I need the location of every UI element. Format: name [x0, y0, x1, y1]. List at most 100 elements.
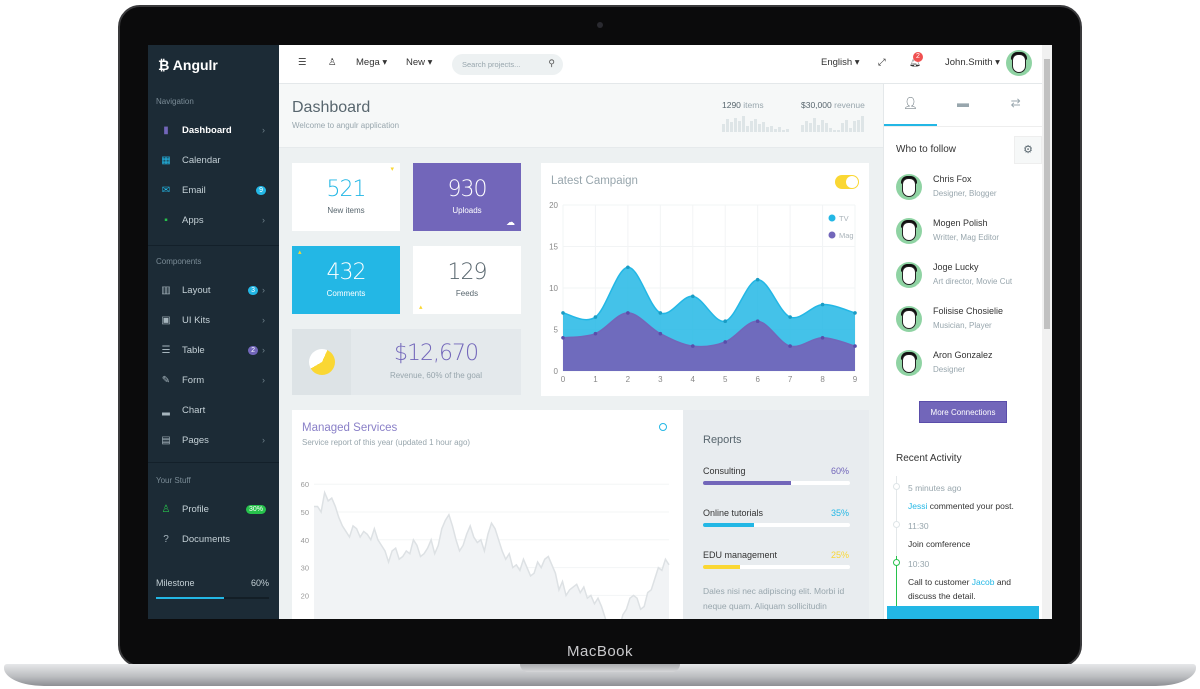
laptop-notch [520, 664, 680, 672]
x-tick-label: 8 [820, 375, 825, 384]
briefcase-icon: ▣ [161, 314, 171, 326]
mega-menu[interactable]: Mega ▾ [356, 57, 387, 68]
sparkline-revenue [801, 116, 869, 132]
sidebar-item-ui-kits[interactable]: ▣ UI Kits › [148, 309, 279, 331]
legend-label: TV [839, 214, 849, 223]
scrollbar-thumb[interactable] [1044, 59, 1050, 329]
reports-text: Dales nisi nec adipiscing elit. Morbi id… [703, 586, 845, 611]
person-role: Designer, Blogger [933, 189, 997, 198]
data-point [658, 331, 663, 336]
menu-toggle-icon[interactable]: ☰ [298, 57, 307, 68]
follow-person[interactable]: Aron Gonzalez Designer [896, 348, 1041, 384]
columns-icon: ▥ [161, 284, 171, 296]
transfer-icon: ⇄ [1010, 96, 1021, 110]
comment-icon: ▬ [957, 96, 969, 110]
sidebar-item-apps[interactable]: ▪ Apps › [148, 209, 279, 231]
sidebar-item-form[interactable]: ✎ Form › [148, 369, 279, 391]
avatar [896, 174, 922, 200]
card-title: Managed Services [302, 422, 398, 434]
person-role: Musician, Player [933, 321, 992, 330]
search-icon[interactable]: ⚲ [548, 58, 555, 69]
timeline-dot [893, 483, 900, 490]
tab-transfer[interactable]: ⇄ [989, 84, 1042, 126]
data-point [788, 315, 792, 319]
sparkline-bar [857, 119, 860, 132]
question-icon: ? [163, 533, 169, 545]
right-panel: 👤︎ ▬ ⇄ Who to follow ⚙ Chris Fox Designer… [883, 84, 1042, 619]
fullscreen-icon[interactable]: ⤢ [878, 57, 886, 68]
tile-comments[interactable]: 432 Comments ▴ [292, 246, 400, 314]
cloud-upload-icon: ☁ [506, 217, 515, 227]
gear-icon[interactable]: ⚙ [1014, 136, 1042, 164]
avatar[interactable] [1006, 50, 1032, 76]
user-icon: ♙ [161, 503, 171, 515]
sidebar-item-label: Calendar [182, 154, 221, 166]
report-progress [703, 523, 850, 527]
follow-person[interactable]: Joge Lucky Art director, Movie Cut [896, 260, 1041, 296]
user-icon[interactable]: ♙ [328, 57, 337, 68]
y-tick-label: 20 [301, 591, 309, 600]
report-progress-fill [703, 523, 755, 527]
y-tick-label: 30 [301, 564, 309, 573]
data-point [723, 319, 728, 323]
sparkline-bar [726, 119, 729, 132]
activity-link[interactable]: Jacob [972, 577, 995, 587]
scrollbar[interactable] [1042, 45, 1052, 619]
activity-text: Join comference [908, 539, 971, 549]
managed-services-card: 102030405060 Managed Services Service re… [292, 410, 683, 619]
reports-panel: Reports Consulting 60% Online tutorials … [683, 410, 869, 619]
tile-feeds[interactable]: 129 Feeds ▴ [413, 246, 521, 314]
sidebar-item-email[interactable]: ✉ Email 9 [148, 179, 279, 201]
sidebar-item-documents[interactable]: ? Documents [148, 528, 279, 550]
new-menu[interactable]: New ▾ [406, 57, 432, 68]
list-icon: ☰ [161, 344, 171, 356]
sidebar-item-label: Pages [182, 434, 209, 446]
activity-link[interactable]: Jessi [908, 501, 927, 511]
tile-new-items[interactable]: 521 New items ▾ [292, 163, 400, 231]
tile-uploads[interactable]: 930 Uploads ☁ [413, 163, 521, 231]
y-tick-label: 15 [549, 243, 558, 252]
x-tick-label: 3 [658, 375, 663, 384]
milestone-label: Milestone [156, 578, 195, 588]
logo-text: Angulr [172, 57, 218, 73]
sidebar-item-chart[interactable]: ▂ Chart [148, 399, 279, 421]
follow-person[interactable]: Folisise Chosielie Musician, Player [896, 304, 1041, 340]
x-tick-label: 2 [626, 375, 631, 384]
chevron-right-icon: › [262, 215, 265, 225]
tab-chat[interactable]: ▬ [937, 84, 990, 126]
sidebar-item-pages[interactable]: ▤ Pages › [148, 429, 279, 451]
x-tick-label: 0 [561, 375, 566, 384]
tab-users[interactable]: 👤︎ [884, 84, 937, 126]
bottom-action-button[interactable] [887, 606, 1039, 619]
sparkline-bar [813, 117, 816, 132]
sparkline-bar [730, 122, 733, 132]
sidebar-item-profile[interactable]: ♙ Profile 30% [148, 498, 279, 520]
logo[interactable]: ₿ Angulr [158, 57, 218, 73]
sparkline-items [722, 116, 790, 132]
data-point [593, 331, 598, 336]
divider [148, 462, 279, 463]
follow-person[interactable]: Chris Fox Designer, Blogger [896, 172, 1041, 208]
milestone-progress [156, 597, 269, 599]
sparkline-bar [782, 130, 785, 132]
sidebar-item-calendar[interactable]: ▦ Calendar [148, 149, 279, 171]
card-title: Latest Campaign [551, 175, 638, 187]
y-tick-label: 60 [301, 480, 309, 489]
language-select[interactable]: English ▾ [821, 57, 860, 68]
user-menu[interactable]: John.Smith ▾ [945, 57, 1000, 68]
data-point [820, 302, 825, 307]
campaign-chart: 0 5 10 15 20 0 1 2 3 4 5 6 7 8 9 TV Mag [549, 201, 858, 384]
search-input[interactable]: Search projects... ⚲ [452, 54, 563, 75]
sidebar-item-layout[interactable]: ▥ Layout 3 › [148, 279, 279, 301]
follow-person[interactable]: Mogen Polish Writter, Mag Editor [896, 216, 1041, 252]
more-connections-button[interactable]: More Connections [919, 401, 1007, 423]
sidebar-item-label: Layout [182, 284, 211, 296]
sidebar-item-table[interactable]: ☰ Table 2 › [148, 339, 279, 361]
sidebar-item-dashboard[interactable]: ▮ Dashboard › [148, 119, 279, 141]
avatar [896, 218, 922, 244]
stat-revenue: $30,000 revenue [801, 100, 865, 110]
bitcoin-icon: ₿ [158, 57, 173, 73]
toggle-switch[interactable] [835, 175, 859, 189]
activity-text: commented your post. [927, 501, 1014, 511]
refresh-icon[interactable] [659, 423, 667, 431]
